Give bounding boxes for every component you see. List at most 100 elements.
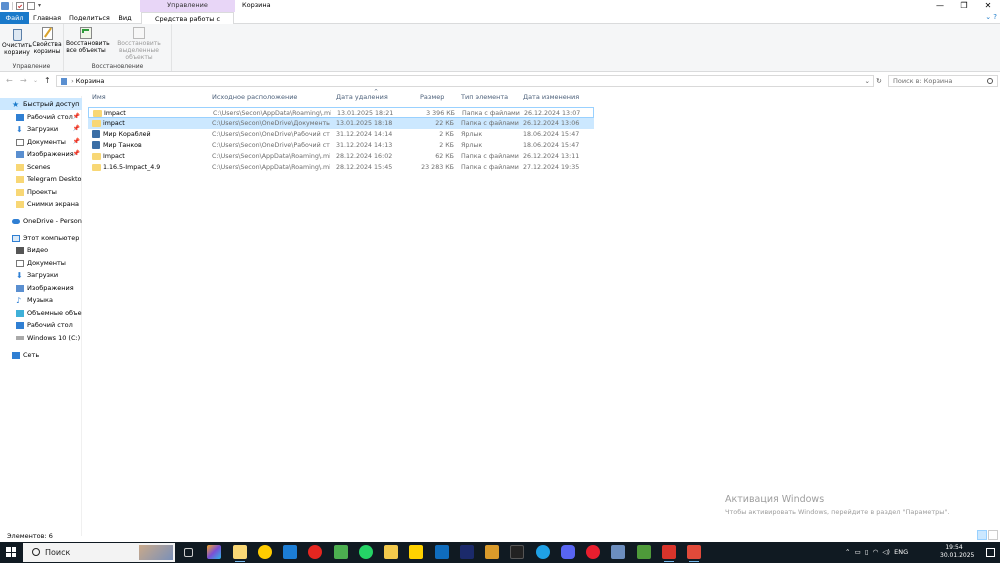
tab-home[interactable]: Главная [33, 12, 61, 24]
sidebar-item-pictures[interactable]: Изображения 📌 [0, 148, 82, 160]
sidebar-item-drive-c[interactable]: Windows 10 (C:) [0, 332, 82, 344]
forward-arrow-icon[interactable]: → [20, 75, 27, 87]
properties-icon[interactable] [16, 2, 24, 10]
tab-share[interactable]: Поделиться [69, 12, 110, 24]
sidebar-item-pc-downloads[interactable]: ⬇ Загрузки [0, 269, 82, 281]
discord-icon[interactable] [561, 545, 575, 559]
sidebar-item-telegram[interactable]: Telegram Desktop [0, 173, 82, 185]
app-icon[interactable] [662, 545, 676, 562]
tab-file[interactable]: Файл [0, 12, 29, 24]
new-folder-icon[interactable] [27, 2, 35, 10]
sidebar-item-this-pc[interactable]: Этот компьютер [0, 232, 82, 244]
store-icon[interactable] [283, 545, 297, 559]
sidebar-label: Документы [27, 259, 66, 267]
restore-all-icon [80, 27, 92, 39]
minimize-button[interactable]: — [928, 0, 952, 12]
help-icon[interactable]: ⌄ ? [985, 13, 997, 21]
column-header-type[interactable]: Тип элемента [461, 89, 508, 105]
edge-icon[interactable] [536, 545, 550, 559]
bin-properties-button[interactable]: Свойства корзины [32, 27, 62, 55]
sidebar-item-pc-desktop[interactable]: Рабочий стол [0, 319, 82, 331]
sidebar-item-scenes[interactable]: Scenes [0, 161, 82, 173]
breadcrumb[interactable]: Корзина [76, 77, 105, 85]
windows-start-button[interactable] [6, 547, 16, 557]
sidebar-label: Проекты [27, 188, 57, 196]
sidebar-item-quick-access[interactable]: ★ Быстрый доступ [0, 98, 82, 110]
sidebar-item-onedrive[interactable]: OneDrive - Personal [0, 215, 82, 227]
column-header-name[interactable]: Имя [92, 89, 106, 105]
search-input[interactable]: Поиск в: Корзина [888, 75, 998, 87]
yandex-music-icon[interactable] [409, 545, 423, 559]
sidebar-item-pc-documents[interactable]: Документы [0, 257, 82, 269]
close-button[interactable]: ✕ [976, 0, 1000, 12]
column-header-deleted[interactable]: Дата удаления [336, 89, 388, 105]
table-row[interactable]: Мир Танков C:\Users\Secon\OneDrive\Рабочи… [88, 140, 594, 151]
file-name: Мир Танков [103, 142, 142, 149]
language-indicator[interactable]: ENG [894, 548, 908, 556]
task-view-icon[interactable] [184, 548, 193, 557]
app-icon[interactable] [687, 545, 701, 562]
sidebar-item-screenshots[interactable]: Снимки экрана [0, 198, 82, 210]
outlook-icon[interactable] [435, 545, 449, 559]
refresh-icon[interactable]: ↻ [876, 75, 882, 87]
minecraft-launcher-icon[interactable] [637, 545, 651, 559]
tab-view[interactable]: Вид [116, 12, 134, 24]
file-explorer-icon[interactable] [233, 545, 247, 562]
table-row[interactable]: 1.16.5-Impact_4.9 C:\Users\Secon\AppData\… [88, 162, 594, 173]
app-icon[interactable] [510, 545, 524, 559]
chevron-up-icon[interactable]: ⌃ [845, 548, 850, 556]
widgets-icon[interactable] [207, 545, 221, 559]
wifi-icon[interactable]: ◠ [873, 548, 879, 556]
maps-icon[interactable] [334, 545, 348, 559]
sidebar-item-downloads[interactable]: ⬇ Загрузки 📌 [0, 123, 82, 135]
column-header-modified[interactable]: Дата изменения [523, 89, 579, 105]
sidebar-item-music[interactable]: ♪ Музыка [0, 294, 82, 306]
up-arrow-icon[interactable]: ↑ [44, 75, 51, 87]
sidebar-item-pc-pictures[interactable]: Изображения [0, 282, 82, 294]
music-icon: ♪ [16, 295, 22, 305]
view-switcher [977, 530, 998, 540]
sidebar-item-desktop[interactable]: Рабочий стол 📌 [0, 111, 82, 123]
restore-all-button[interactable]: Восстановить все объекты [66, 27, 110, 54]
minecraft-icon[interactable] [485, 545, 499, 559]
address-bar[interactable]: › Корзина ⌄ [56, 75, 874, 87]
sidebar-item-projects[interactable]: Проекты [0, 186, 82, 198]
chevron-down-icon[interactable]: ▾ [38, 2, 44, 10]
column-header-location[interactable]: Исходное расположение [212, 89, 297, 105]
folder-icon [16, 163, 24, 171]
chevron-down-icon[interactable]: ⌄ [33, 75, 38, 87]
opera-icon[interactable] [586, 545, 600, 559]
whatsapp-icon[interactable] [359, 545, 373, 559]
notification-icon[interactable] [986, 548, 995, 557]
sidebar-label: Загрузки [27, 125, 59, 133]
yandex-browser-icon[interactable] [258, 545, 272, 559]
ribbon: Очистить корзину Свойства корзины Управл… [0, 24, 1000, 72]
maximize-button[interactable]: ❐ [952, 0, 976, 12]
app-icon[interactable] [460, 545, 474, 559]
table-row[interactable]: Мир Кораблей C:\Users\Secon\OneDrive\Рабо… [88, 129, 594, 140]
app-icon[interactable] [611, 545, 625, 559]
table-row[interactable]: Impact C:\Users\Secon\AppData\Roaming\.mi… [88, 107, 594, 118]
pictures-icon [16, 284, 24, 292]
restore-selected-button[interactable]: Восстановить выделенные объекты [110, 27, 168, 61]
sidebar-item-3d-objects[interactable]: Объемные объекты [0, 307, 82, 319]
large-icons-view-button[interactable] [988, 530, 998, 540]
address-dropdown-icon[interactable]: ⌄ [865, 76, 870, 86]
sidebar-item-video[interactable]: Видео [0, 244, 82, 256]
table-row[interactable]: impact C:\Users\Secon\OneDrive\Документы\… [88, 118, 594, 129]
battery-icon[interactable]: ▯ [865, 548, 869, 556]
column-header-size[interactable]: Размер [420, 89, 444, 105]
taskbar-search[interactable]: Поиск [23, 543, 175, 562]
clock[interactable]: 19:54 30.01.2025 [940, 544, 974, 560]
ribbon-group-manage: Очистить корзину Свойства корзины Управл… [0, 24, 64, 71]
back-arrow-icon[interactable]: ← [6, 75, 13, 87]
volume-icon[interactable]: ◁) [882, 548, 890, 556]
app-icon[interactable] [384, 545, 398, 559]
yandex-icon[interactable] [308, 545, 322, 559]
sidebar-item-documents[interactable]: Документы 📌 [0, 136, 82, 148]
details-view-button[interactable] [977, 530, 987, 540]
table-row[interactable]: Impact C:\Users\Secon\AppData\Roaming\.mi… [88, 151, 594, 162]
sidebar-item-network[interactable]: Сеть [0, 349, 82, 361]
empty-bin-button[interactable]: Очистить корзину [2, 27, 32, 56]
network-icon[interactable]: ▭ [855, 548, 861, 556]
